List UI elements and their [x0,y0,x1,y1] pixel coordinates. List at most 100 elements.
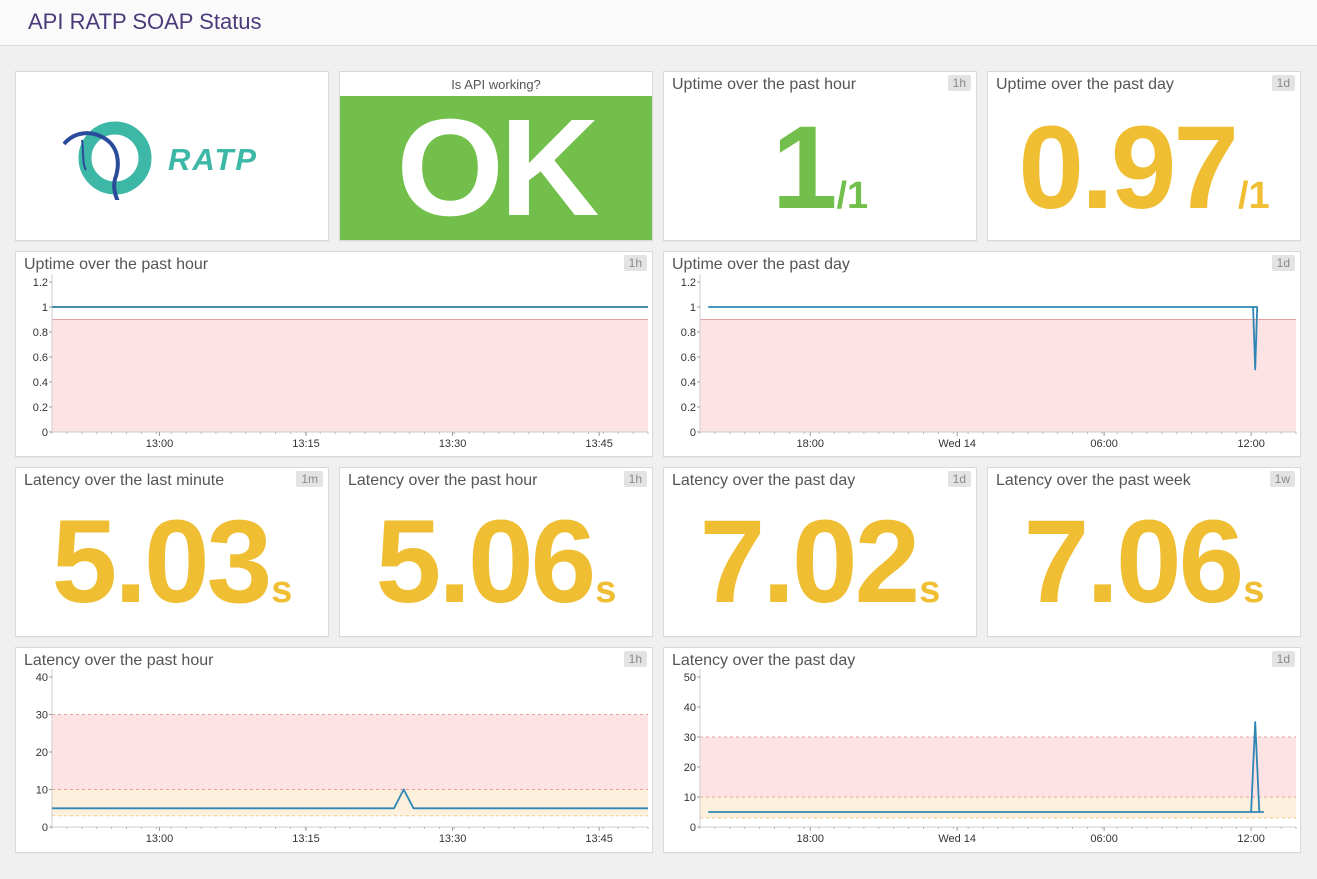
big-number-suffix: s [919,569,941,611]
y-tick-label: 20 [36,747,48,759]
y-tick-label: 0 [690,427,696,439]
latency-minute-widget[interactable]: Latency over the last minute 1m 5.03s [15,467,329,637]
y-tick-label: 1 [42,302,48,314]
uptime-day-value-widget[interactable]: Uptime over the past day 1d 0.97/1 [987,71,1301,241]
x-tick-label: 13:00 [146,438,174,450]
x-tick-label: 12:00 [1237,438,1265,450]
y-tick-label: 0 [42,822,48,834]
x-tick-label: 18:00 [796,833,824,845]
y-tick-label: 0 [690,822,696,834]
red-threshold-band [52,714,648,790]
y-tick-label: 50 [684,672,696,684]
header-bar: API RATP SOAP Status [0,0,1317,46]
status-indicator: OK [340,91,652,241]
logo-widget[interactable]: RATP [15,71,329,241]
y-tick-label: 0.4 [33,377,48,389]
x-tick-label: 13:15 [292,833,320,845]
x-tick-label: Wed 14 [938,833,976,845]
y-tick-label: 40 [684,702,696,714]
status-widget[interactable]: Is API working? OK [339,71,653,241]
timeframe-badge: 1h [947,75,971,91]
big-number: 5.03s [16,494,328,630]
y-tick-label: 20 [684,762,696,774]
x-tick-label: 13:30 [439,833,467,845]
widget-title: Latency over the past hour [348,472,538,489]
ratp-logo-icon: RATP [62,121,258,200]
big-number-suffix: s [1243,569,1265,611]
y-tick-label: 0.4 [681,377,696,389]
yellow-threshold-band [52,789,648,816]
x-tick-label: 12:00 [1237,833,1265,845]
big-number: 0.97/1 [988,100,1300,236]
timeframe-badge: 1h [623,471,647,487]
y-tick-label: 1.2 [33,277,48,289]
latency-day-line-chart: 0 10 20 30 40 50 18:00 Wed 14 06:00 12:00 [684,669,1297,845]
y-tick-label: 0.2 [681,402,696,414]
widget-title: Uptime over the past hour [672,76,857,93]
red-threshold-band [52,319,648,432]
latency-week-widget[interactable]: Latency over the past week 1w 7.06s [987,467,1301,637]
x-tick-label: 06:00 [1090,438,1118,450]
latency-day-chart-widget[interactable]: Latency over the past day 1d 0 10 20 30 40 50… [663,647,1301,853]
x-tick-label: 13:00 [146,833,174,845]
big-number-suffix: /1 [836,175,869,217]
uptime-day-chart-widget[interactable]: Uptime over the past day 1d 0 0.2 0.4 0.6 0.… [663,251,1301,457]
timeframe-badge: 1w [1269,471,1295,487]
red-threshold-band [700,319,1296,432]
x-tick-label: 06:00 [1090,833,1118,845]
latency-day-widget[interactable]: Latency over the past day 1d 7.02s [663,467,977,637]
red-threshold-band [700,737,1296,797]
latency-hour-line-chart: 0 10 20 30 40 13:00 13:15 13:30 13:45 [36,669,649,845]
big-number-value: 5.03 [51,496,273,628]
yellow-threshold-band [700,797,1296,818]
ratp-logo-text: RATP [168,142,258,177]
widget-title: Uptime over the past day [996,76,1174,93]
big-number: 5.06s [340,494,652,630]
uptime-hour-chart-widget[interactable]: Uptime over the past hour 1h 0 0.2 0.4 0.6 0… [15,251,653,457]
timeframe-badge: 1d [1271,75,1295,91]
page-title: API RATP SOAP Status [28,9,262,34]
timeframe-badge: 1d [947,471,971,487]
uptime-hour-line-chart: 0 0.2 0.4 0.6 0.8 1 1.2 13:00 13:15 13:30 13:45 [33,274,649,450]
big-number: 7.06s [988,494,1300,630]
x-tick-label: 13:45 [585,438,613,450]
latency-hour-chart-widget[interactable]: Latency over the past hour 1h 0 10 20 30 40 1… [15,647,653,853]
x-tick-label: 13:30 [439,438,467,450]
status-label: Is API working? [451,77,541,92]
x-tick-label: 13:15 [292,438,320,450]
y-tick-label: 0.6 [681,352,696,364]
big-number-value: 1 [771,102,838,234]
uptime-hour-value-widget[interactable]: Uptime over the past hour 1h 1/1 [663,71,977,241]
status-value: OK [396,91,600,241]
y-tick-label: 0.8 [681,327,696,339]
big-number-suffix: s [595,569,617,611]
big-number-value: 0.97 [1018,102,1239,234]
y-tick-label: 0.2 [33,402,48,414]
latency-hour-widget[interactable]: Latency over the past hour 1h 5.06s [339,467,653,637]
widget-title: Latency over the past day [672,472,856,489]
timeframe-badge: 1m [296,471,323,487]
big-number-suffix: /1 [1237,175,1270,217]
x-tick-label: 18:00 [796,438,824,450]
big-number-value: 7.06 [1023,496,1245,628]
uptime-day-line-chart: 0 0.2 0.4 0.6 0.8 1 1.2 18:00 Wed 14 06:00 12:00 [681,274,1297,450]
y-tick-label: 0.6 [33,352,48,364]
y-tick-label: 1 [690,302,696,314]
y-tick-label: 10 [684,792,696,804]
big-number-value: 7.02 [699,496,921,628]
y-tick-label: 30 [36,710,48,722]
widget-title: Latency over the past week [996,472,1191,489]
y-tick-label: 40 [36,672,48,684]
y-tick-label: 10 [36,785,48,797]
x-tick-label: 13:45 [585,833,613,845]
big-number: 1/1 [664,100,976,236]
big-number: 7.02s [664,494,976,630]
ratp-logo: RATP [16,72,328,240]
y-tick-label: 0.8 [33,327,48,339]
y-tick-label: 1.2 [681,277,696,289]
widget-title: Latency over the last minute [24,472,225,489]
big-number-suffix: s [271,569,293,611]
y-tick-label: 30 [684,732,696,744]
y-tick-label: 0 [42,427,48,439]
big-number-value: 5.06 [375,496,597,628]
